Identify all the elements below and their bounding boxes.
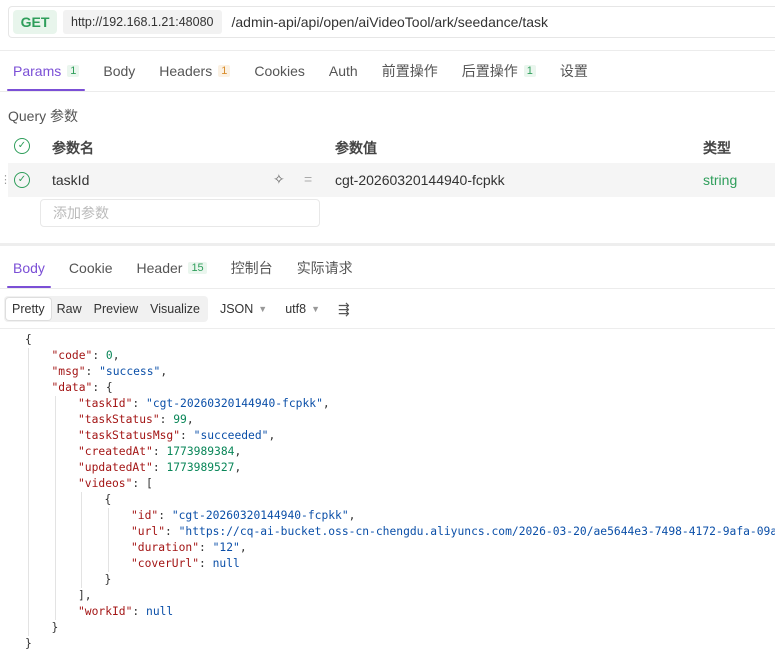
- view-mode-pretty[interactable]: Pretty: [6, 298, 51, 320]
- param-name-header: 参数名: [52, 140, 94, 156]
- chevron-down-icon: ▼: [311, 304, 320, 314]
- json-line: "updatedAt": 1773989527,: [78, 461, 242, 474]
- json-line: "id": "cgt-20260320144940-fcpkk",: [131, 509, 356, 522]
- json-line: "workId": null: [78, 605, 174, 618]
- json-line: "taskStatus": 99,: [78, 413, 194, 426]
- drag-handle-icon[interactable]: ⋮: [0, 173, 11, 186]
- param-value[interactable]: cgt-20260320144940-fcpkk: [335, 172, 505, 188]
- json-line: }: [104, 573, 112, 586]
- json-line: "data": {: [51, 381, 113, 394]
- tab-badge: 1: [67, 65, 80, 77]
- divider: [0, 288, 775, 289]
- tab-label: 后置操作: [461, 63, 518, 79]
- param-type-header: 类型: [703, 140, 731, 156]
- json-line: "createdAt": 1773989384,: [78, 445, 242, 458]
- indent-guide: [28, 348, 29, 636]
- pin-icon[interactable]: ✧: [273, 171, 285, 188]
- request-tab-2[interactable]: Headers 1: [147, 51, 242, 91]
- response-body-viewer[interactable]: { "code": 0, "msg": "success", "data": { "ta…: [0, 328, 775, 663]
- indent-guide: [107, 508, 109, 572]
- request-tab-4[interactable]: Auth: [317, 51, 370, 91]
- tab-label: Auth: [328, 63, 358, 79]
- response-tab-2[interactable]: Header 15: [125, 248, 219, 288]
- query-params-table: ✓ 参数名 参数值 类型 ⋮ ✓ taskId ✧ = cgt-20260320…: [0, 129, 775, 227]
- view-mode-visualize[interactable]: Visualize: [144, 298, 206, 320]
- add-param-input[interactable]: 添加参数: [40, 199, 320, 227]
- tab-badge: 1: [523, 65, 536, 77]
- check-circle-icon[interactable]: ✓: [14, 172, 30, 188]
- host-base-url[interactable]: http://192.168.1.21:48080: [63, 10, 222, 34]
- request-tab-5[interactable]: 前置操作: [370, 51, 450, 91]
- json-line: "coverUrl": null: [131, 557, 240, 570]
- json-line: }: [51, 621, 59, 634]
- params-header-row: ✓ 参数名 参数值 类型: [8, 129, 775, 163]
- response-tab-4[interactable]: 实际请求: [285, 248, 365, 288]
- response-toolbar: Pretty Raw Preview Visualize JSON ▼ utf8 ▼ …: [4, 296, 350, 322]
- panel-divider[interactable]: [0, 243, 775, 246]
- param-row[interactable]: ⋮ ✓ taskId ✧ = cgt-20260320144940-fcpkk …: [0, 163, 775, 197]
- param-type[interactable]: string: [703, 172, 737, 188]
- format-dropdown[interactable]: JSON ▼: [220, 302, 267, 316]
- tab-label: Cookie: [68, 260, 113, 276]
- json-line: "code": 0,: [51, 349, 120, 362]
- view-mode-switch: Pretty Raw Preview Visualize: [4, 296, 208, 322]
- tab-label: 实际请求: [296, 260, 353, 276]
- param-name[interactable]: taskId: [52, 172, 89, 188]
- equals-sign: =: [304, 171, 313, 187]
- json-line: {: [25, 333, 32, 346]
- request-path-input[interactable]: /admin-api/api/open/aiVideoTool/ark/seed…: [232, 14, 549, 30]
- tab-label: Cookies: [254, 63, 305, 79]
- indent-guide: [81, 492, 82, 588]
- tab-label: Headers: [159, 63, 213, 79]
- request-tabs: Params 1 Body Headers 1 Cookies Auth 前置操作 后置操作 1 设…: [1, 51, 600, 91]
- tab-label: Body: [13, 260, 45, 276]
- tab-label: Body: [103, 63, 136, 79]
- param-value-header: 参数值: [335, 140, 377, 156]
- tab-label: 设置: [559, 63, 588, 79]
- json-line: "msg": "success",: [51, 365, 168, 378]
- json-line: "taskId": "cgt-20260320144940-fcpkk",: [78, 397, 330, 410]
- tab-label: Header: [136, 260, 183, 276]
- json-line: }: [25, 637, 32, 650]
- response-tab-0[interactable]: Body: [1, 248, 57, 288]
- tab-badge: 1: [218, 65, 231, 77]
- response-tab-3[interactable]: 控制台: [219, 248, 285, 288]
- request-tab-0[interactable]: Params 1: [1, 51, 91, 91]
- tab-label: Params: [13, 63, 62, 79]
- chevron-down-icon: ▼: [258, 304, 268, 314]
- request-tab-7[interactable]: 设置: [548, 51, 600, 91]
- check-circle-icon[interactable]: ✓: [14, 138, 30, 154]
- word-wrap-icon[interactable]: ⇶: [338, 301, 350, 318]
- json-line: "duration": "12",: [131, 541, 247, 554]
- format-value: JSON: [219, 302, 254, 316]
- request-tab-1[interactable]: Body: [91, 51, 147, 91]
- json-line: "url": "https://cq-ai-bucket.oss-cn-chen…: [131, 525, 775, 538]
- json-line: "taskStatusMsg": "succeeded",: [78, 429, 276, 442]
- request-tab-6[interactable]: 后置操作 1: [450, 51, 548, 91]
- request-tab-3[interactable]: Cookies: [242, 51, 317, 91]
- encoding-dropdown[interactable]: utf8 ▼: [285, 302, 320, 316]
- json-line: ],: [78, 589, 92, 602]
- tab-badge: 15: [188, 262, 207, 274]
- encoding-value: utf8: [285, 302, 307, 316]
- tab-label: 控制台: [230, 260, 273, 276]
- json-line: "videos": [: [78, 477, 153, 490]
- response-tab-1[interactable]: Cookie: [57, 248, 125, 288]
- json-line: {: [104, 493, 112, 506]
- response-tabs: Body Cookie Header 15 控制台 实际请求: [1, 248, 365, 288]
- http-method-selector[interactable]: GET: [13, 10, 57, 34]
- divider: [0, 91, 775, 92]
- url-bar[interactable]: GET http://192.168.1.21:48080 /admin-api…: [8, 6, 775, 38]
- tab-label: 前置操作: [381, 63, 438, 79]
- view-mode-raw[interactable]: Raw: [51, 298, 88, 320]
- view-mode-preview[interactable]: Preview: [88, 298, 144, 320]
- indent-guide: [54, 396, 56, 620]
- query-section-label: Query 参数: [8, 108, 79, 124]
